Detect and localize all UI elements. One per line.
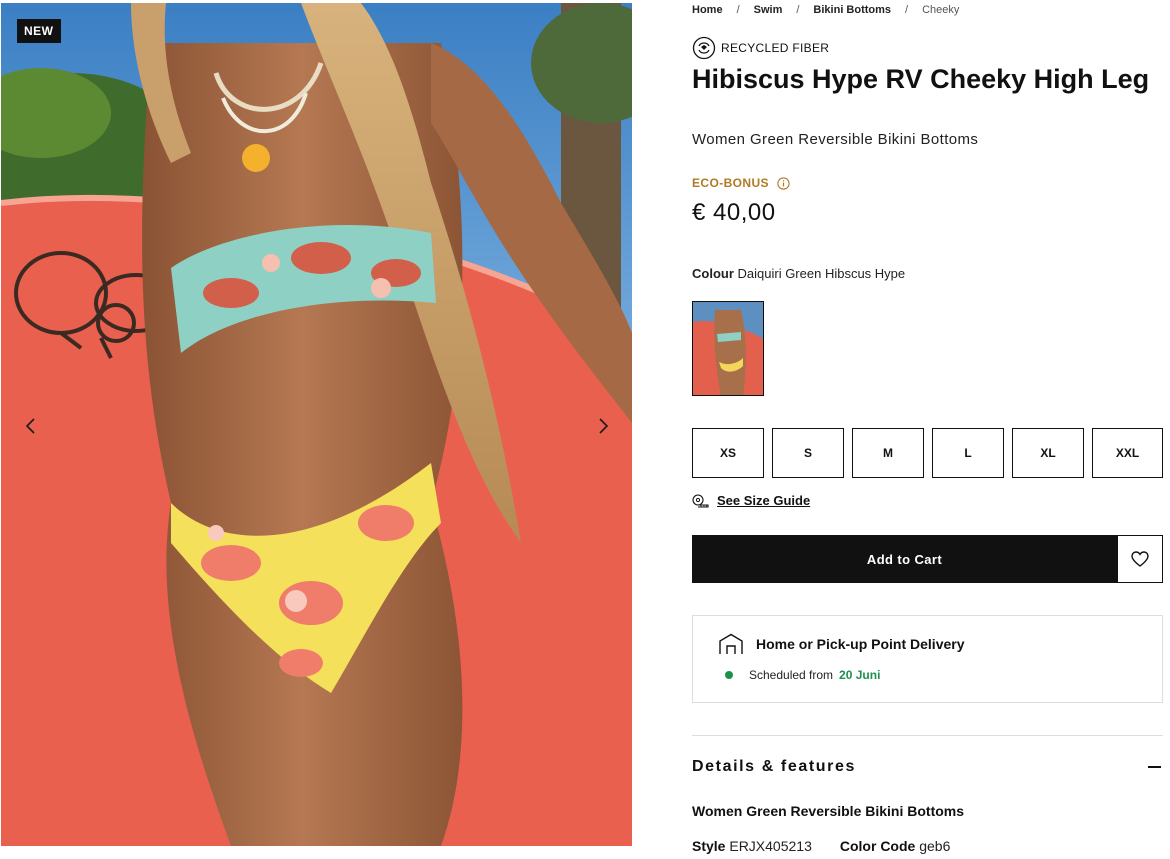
colour-selection: Colour Daiquiri Green Hibscus Hype [692,266,905,281]
breadcrumb-swim[interactable]: Swim [754,4,783,16]
new-badge: NEW [17,19,61,43]
delivery-schedule: Scheduled from 20 Juni [725,668,880,682]
size-button-s[interactable]: S [772,428,844,478]
delivery-box: Home or Pick-up Point Delivery Scheduled… [692,615,1163,703]
details-subheading: Women Green Reversible Bikini Bottoms [692,803,965,819]
cart-actions: Add to Cart [692,535,1163,583]
product-photo [1,3,632,846]
style-label: Style [692,838,726,854]
breadcrumb-current: Cheeky [922,4,960,16]
details-accordion-header[interactable]: Details & features [692,758,1163,776]
eco-bonus-label: ECO-BONUS [692,176,769,190]
tape-measure-icon [692,493,709,508]
colour-label: Colour [692,266,734,281]
gallery-prev-button[interactable] [18,413,44,439]
size-guide-link[interactable]: See Size Guide [717,493,810,508]
section-divider [692,735,1163,736]
collapse-minus-icon [1148,766,1161,768]
color-code-label: Color Code [839,838,916,854]
add-to-cart-button[interactable]: Add to Cart [692,535,1117,583]
delivery-header: Home or Pick-up Point Delivery [718,633,965,655]
breadcrumb-separator: / [796,4,800,16]
heart-icon [1131,551,1149,567]
availability-dot-icon [725,671,733,679]
delivery-scheduled-label: Scheduled from [749,668,834,682]
product-image-gallery[interactable]: NEW [1,3,632,846]
chevron-left-icon [25,418,35,434]
size-selector: XS S M L XL XXL [692,428,1163,478]
size-button-xl[interactable]: XL [1012,428,1084,478]
size-button-m[interactable]: M [852,428,924,478]
recycled-fiber-label: RECYCLED FIBER [721,41,830,55]
breadcrumb-home[interactable]: Home [692,4,723,16]
eco-bonus: ECO-BONUS [692,176,790,190]
size-button-l[interactable]: L [932,428,1004,478]
style-info: Style ERJX405213 [692,838,812,854]
product-title: Hibiscus Hype RV Cheeky High Leg [692,64,1150,94]
delivery-title: Home or Pick-up Point Delivery [756,636,965,652]
size-guide[interactable]: See Size Guide [692,493,810,508]
wishlist-button[interactable] [1117,535,1163,583]
breadcrumb-separator: / [736,4,740,16]
chevron-right-icon [599,418,609,434]
color-code-info: Color Code geb6 [840,838,951,854]
details-heading: Details & features [692,758,856,775]
product-subtitle: Women Green Reversible Bikini Bottoms [692,131,979,148]
home-icon [719,633,743,654]
recycle-logo-icon [692,36,716,60]
breadcrumb: Home / Swim / Bikini Bottoms / Cheeky [692,4,959,16]
recycled-fiber-tag: RECYCLED FIBER [692,36,829,60]
info-icon[interactable] [777,176,790,190]
details-meta: Style ERJX405213 Color Code geb6 [692,838,950,854]
swatch-thumbnail [693,302,763,395]
colour-value: Daiquiri Green Hibscus Hype [737,266,906,281]
gallery-next-button[interactable] [590,413,616,439]
breadcrumb-bikini-bottoms[interactable]: Bikini Bottoms [813,4,891,16]
breadcrumb-separator: / [905,4,909,16]
colour-swatch[interactable] [692,301,764,396]
style-value: ERJX405213 [729,838,812,854]
size-button-xs[interactable]: XS [692,428,764,478]
color-code-value: geb6 [919,838,951,854]
delivery-date: 20 Juni [839,668,881,682]
size-button-xxl[interactable]: XXL [1092,428,1163,478]
product-price: € 40,00 [692,199,776,226]
